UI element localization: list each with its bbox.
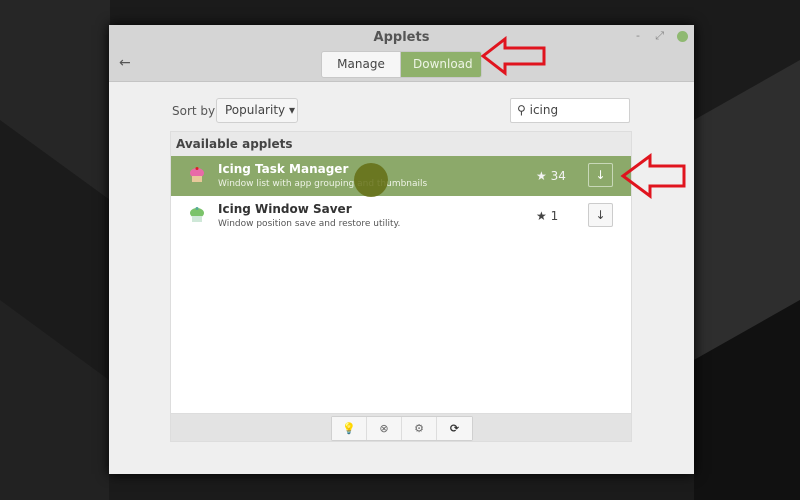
window-title: Applets: [373, 30, 430, 45]
applet-description: Window position save and restore utility…: [218, 219, 401, 229]
applet-list: Available applets Icing Task Manager Win…: [170, 131, 632, 414]
search-input[interactable]: ⚲ icing: [510, 98, 630, 123]
annotation-arrow: [620, 153, 686, 199]
close-button[interactable]: [677, 31, 688, 42]
star-rating: ★ 1: [536, 209, 559, 223]
tab-bar: Manage Download: [321, 51, 482, 78]
minimize-button[interactable]: -: [636, 29, 640, 42]
gear-icon[interactable]: ⚙: [402, 417, 437, 440]
refresh-icon[interactable]: ⟳: [437, 417, 472, 440]
remove-icon[interactable]: ⊗: [367, 417, 402, 440]
bottom-toolbar: 💡 ⊗ ⚙ ⟳: [170, 414, 632, 442]
applet-name: Icing Task Manager: [218, 162, 349, 176]
sort-dropdown[interactable]: Popularity ▾: [216, 98, 298, 123]
list-item[interactable]: Icing Window Saver Window position save …: [171, 196, 631, 236]
tab-download[interactable]: Download: [401, 52, 481, 77]
cursor-highlight: [354, 163, 388, 197]
cupcake-icon: [190, 207, 204, 222]
search-icon: ⚲: [517, 103, 530, 117]
download-button[interactable]: ↓: [588, 163, 613, 187]
list-item[interactable]: Icing Task Manager Window list with app …: [171, 156, 631, 196]
lightbulb-icon[interactable]: 💡: [332, 417, 367, 440]
back-button[interactable]: ←: [119, 55, 131, 71]
titlebar: Applets - ⤢ ← Manage Download: [109, 25, 694, 82]
list-header: Available applets: [171, 132, 631, 156]
sort-label: Sort by: [172, 104, 216, 118]
applets-window: Applets - ⤢ ← Manage Download Sort by Po…: [109, 25, 694, 474]
applet-description: Window list with app grouping and thumbn…: [218, 179, 428, 189]
applet-name: Icing Window Saver: [218, 202, 352, 216]
tab-manage[interactable]: Manage: [322, 52, 401, 77]
star-rating: ★ 34: [536, 169, 566, 183]
cupcake-icon: [190, 167, 204, 182]
download-button[interactable]: ↓: [588, 203, 613, 227]
maximize-button[interactable]: ⤢: [655, 29, 664, 43]
annotation-arrow: [480, 36, 546, 76]
